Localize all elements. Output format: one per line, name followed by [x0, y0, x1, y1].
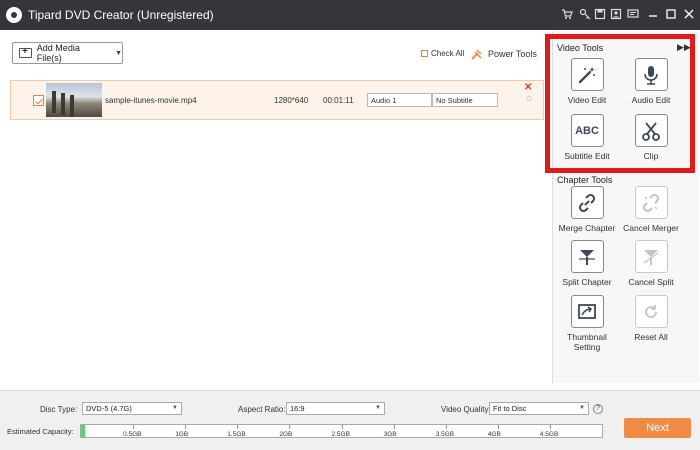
- capacity-tick-label: 2.5GB: [331, 431, 350, 438]
- video-quality-value: Fit to Disc: [493, 404, 527, 413]
- capacity-tick-mark: [133, 425, 135, 429]
- capacity-tick-label: 4.5GB: [539, 431, 559, 438]
- cancel-merger-label: Cancel Merger: [623, 223, 679, 233]
- chevron-down-icon: ▼: [375, 405, 381, 411]
- capacity-tick-label: 2GB: [279, 431, 293, 438]
- split-chapter-label: Split Chapter: [562, 277, 612, 287]
- audio-track-select[interactable]: Audio 1: [367, 93, 432, 107]
- chevron-down-icon[interactable]: ▼: [115, 50, 122, 57]
- thumbnail-setting-tool[interactable]: Thumbnail Setting: [553, 295, 621, 352]
- chevron-down-icon: ▼: [579, 405, 585, 411]
- cancel-split-icon: [634, 240, 668, 273]
- capacity-tick-mark: [237, 425, 239, 429]
- bottom-bar: [0, 390, 700, 450]
- save-icon[interactable]: [593, 8, 607, 22]
- feedback-icon[interactable]: [626, 8, 640, 22]
- thumbnail-icon: [570, 295, 604, 328]
- reset-all-tool: Reset All: [617, 295, 685, 342]
- capacity-tick-mark: [393, 425, 395, 429]
- check-all-label: Check All: [431, 49, 465, 58]
- title-bar: Tipard DVD Creator (Unregistered): [0, 0, 700, 30]
- media-file-row[interactable]: sample-itunes-movie.mp4 1280*640 00:01:1…: [10, 80, 544, 120]
- power-tools-label: Power Tools: [488, 49, 537, 59]
- power-tools-button[interactable]: Power Tools: [470, 47, 537, 61]
- file-resolution: 1280*640: [274, 96, 309, 105]
- capacity-tick-label: 0.5GB: [123, 431, 142, 438]
- capacity-tick-mark: [185, 425, 187, 429]
- check-all-control[interactable]: Check All: [421, 49, 464, 58]
- window-title: Tipard DVD Creator (Unregistered): [28, 8, 214, 22]
- thumbnail-setting-label: Thumbnail Setting: [567, 332, 607, 352]
- add-media-label: Add Media File(s): [36, 43, 80, 63]
- power-tools-icon: [471, 49, 482, 60]
- app-logo-icon: [6, 7, 22, 23]
- key-icon[interactable]: [578, 8, 592, 22]
- capacity-tick-mark: [445, 425, 447, 429]
- file-duration: 00:01:11: [323, 96, 354, 105]
- split-icon: [570, 240, 604, 273]
- merge-chapter-label: Merge Chapter: [558, 223, 616, 233]
- maximize-icon[interactable]: [664, 8, 678, 22]
- estimated-capacity-label: Estimated Capacity:: [7, 427, 74, 436]
- capacity-tick-label: 1.5GB: [227, 431, 246, 438]
- chevron-down-icon: ▼: [172, 405, 178, 411]
- capacity-tick-label: 3.5GB: [435, 431, 455, 438]
- remove-file-icon[interactable]: ✕: [524, 82, 532, 93]
- capacity-tick-label: 1GB: [175, 431, 189, 438]
- reorder-arrows-icon[interactable]: ︿ ﹀: [526, 94, 532, 106]
- broken-link-icon: [634, 186, 668, 219]
- cancel-merger-tool: Cancel Merger: [617, 186, 685, 233]
- capacity-tick-mark: [289, 425, 291, 429]
- capacity-tick-mark: [341, 425, 343, 429]
- close-icon[interactable]: [682, 8, 696, 22]
- capacity-tick-label: 4GB: [487, 431, 501, 438]
- next-button[interactable]: Next: [624, 418, 691, 438]
- video-tools-highlight: [545, 34, 695, 173]
- aspect-ratio-label: Aspect Ratio:: [238, 405, 286, 414]
- cancel-split-label: Cancel Split: [628, 277, 674, 287]
- disc-type-label: Disc Type:: [40, 405, 78, 414]
- merge-chapter-tool[interactable]: Merge Chapter: [553, 186, 621, 233]
- add-media-button[interactable]: Add Media File(s) ▼: [12, 42, 123, 64]
- check-all-checkbox[interactable]: [421, 50, 428, 57]
- capacity-tick-mark: [549, 425, 551, 429]
- file-name: sample-itunes-movie.mp4: [105, 96, 197, 105]
- disc-type-select[interactable]: DVD-5 (4.7G) ▼: [82, 402, 182, 415]
- capacity-used-fill: [81, 425, 85, 437]
- user-icon[interactable]: [609, 8, 623, 22]
- add-file-icon: [19, 46, 32, 58]
- cancel-split-tool: Cancel Split: [617, 240, 685, 287]
- split-chapter-tool[interactable]: Split Chapter: [553, 240, 621, 287]
- reset-icon: [634, 295, 668, 328]
- subtitle-select[interactable]: No Subtitle: [432, 93, 498, 107]
- file-checkbox[interactable]: [33, 95, 44, 106]
- link-icon: [570, 186, 604, 219]
- aspect-ratio-select[interactable]: 16:9 ▼: [286, 402, 385, 415]
- aspect-ratio-value: 16:9: [290, 404, 305, 413]
- capacity-tick-label: 3GB: [383, 431, 397, 438]
- video-quality-label: Video Quality:: [441, 405, 491, 414]
- help-icon[interactable]: ?: [593, 404, 603, 414]
- minimize-icon[interactable]: [646, 8, 660, 22]
- capacity-tick-mark: [497, 425, 499, 429]
- reset-all-label: Reset All: [634, 332, 668, 342]
- video-thumbnail[interactable]: [46, 83, 102, 117]
- disc-type-value: DVD-5 (4.7G): [86, 404, 132, 413]
- cart-icon[interactable]: [560, 8, 574, 22]
- chapter-tools-heading: Chapter Tools: [557, 175, 613, 185]
- video-quality-select[interactable]: Fit to Disc ▼: [489, 402, 589, 415]
